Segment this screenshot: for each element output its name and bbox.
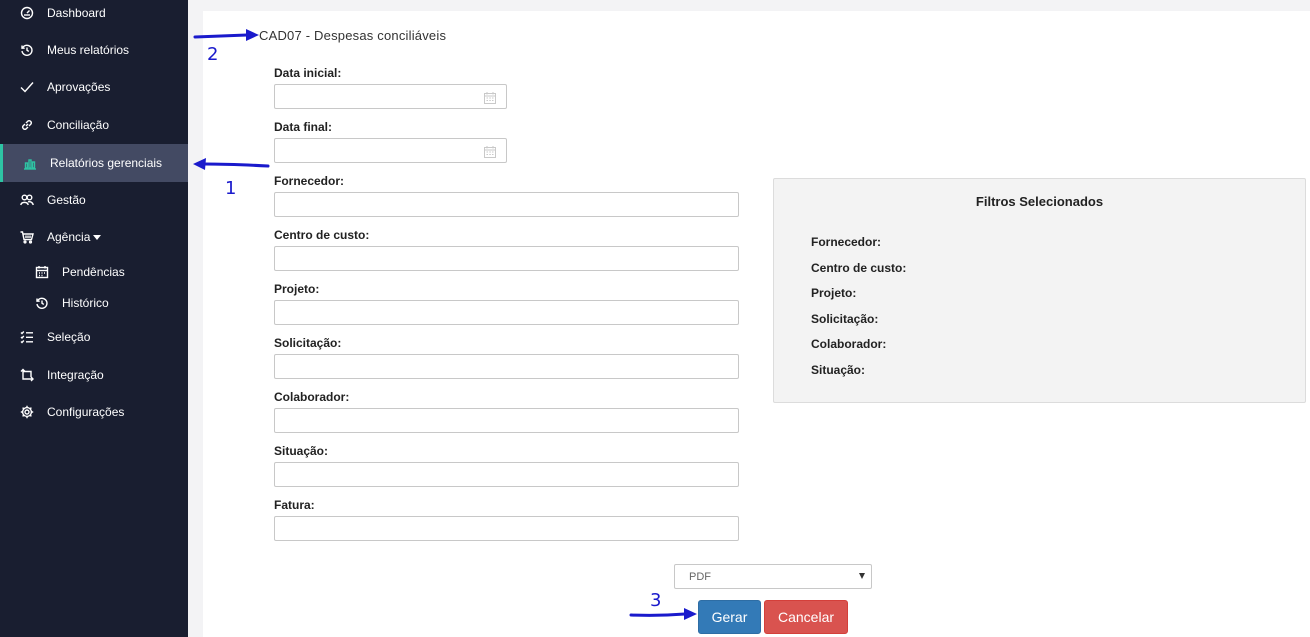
sidebar-item-label: Conciliação xyxy=(47,118,110,132)
centro-de-custo-input[interactable] xyxy=(274,246,739,271)
page-title: CAD07 - Despesas conciliáveis xyxy=(259,28,447,43)
chevron-down-icon xyxy=(859,573,865,579)
sidebar-item-label: Pendências xyxy=(62,264,125,279)
check-icon xyxy=(20,80,34,94)
sidebar-item-pendencias[interactable]: Pendências xyxy=(0,256,188,287)
label-data-inicial: Data inicial: xyxy=(274,66,342,80)
selected-filters-panel: Filtros Selecionados Fornecedor: Centro … xyxy=(773,178,1306,403)
filter-row: Projeto: xyxy=(811,286,857,300)
filters-title: Filtros Selecionados xyxy=(975,194,1104,209)
annotation-number-1: 1 xyxy=(225,178,237,199)
sidebar-item-relatorios-gerenciais[interactable]: Relatórios gerenciais xyxy=(0,144,188,182)
chevron-down-icon xyxy=(93,235,102,241)
sidebar-item-label: Dashboard xyxy=(47,6,106,20)
format-select-value: PDF xyxy=(689,570,711,583)
sidebar-item-meus-relatorios[interactable]: Meus relatórios xyxy=(0,31,188,69)
fornecedor-input[interactable] xyxy=(274,192,739,217)
sidebar-item-integracao[interactable]: Integração xyxy=(0,356,188,394)
integration-icon xyxy=(20,368,34,382)
sidebar-item-label: Relatórios gerenciais xyxy=(50,156,163,170)
sidebar-item-label: Agência xyxy=(47,230,102,244)
bar-chart-icon xyxy=(23,156,37,170)
sidebar-item-label: Aprovações xyxy=(47,80,111,94)
calendar-icon[interactable] xyxy=(484,91,496,104)
sidebar-item-label: Seleção xyxy=(47,330,91,344)
link-icon xyxy=(20,118,34,132)
projeto-input[interactable] xyxy=(274,300,739,325)
history-icon xyxy=(20,43,34,57)
gear-icon xyxy=(20,405,34,419)
label-centro-de-custo: Centro de custo: xyxy=(274,228,370,242)
sidebar-item-agencia[interactable]: Agência xyxy=(0,218,188,256)
data-final-input[interactable] xyxy=(274,138,507,163)
label-colaborador: Colaborador: xyxy=(274,390,350,404)
dashboard-icon xyxy=(20,6,34,20)
users-icon xyxy=(20,193,34,207)
filter-row: Solicitação: xyxy=(811,312,879,326)
calendar-icon[interactable] xyxy=(484,145,496,158)
format-select[interactable]: PDF xyxy=(674,564,872,589)
filter-row: Situação: xyxy=(811,363,866,377)
sidebar-item-label: Configurações xyxy=(47,405,125,419)
sidebar-item-conciliacao[interactable]: Conciliação xyxy=(0,106,188,144)
label-projeto: Projeto: xyxy=(274,282,320,296)
filter-row: Centro de custo: xyxy=(811,261,907,275)
solicitacao-input[interactable] xyxy=(274,354,739,379)
generate-button[interactable]: Gerar xyxy=(698,600,761,634)
annotation-arrow-2 xyxy=(193,29,259,41)
sidebar-item-label: Meus relatórios xyxy=(47,43,130,57)
annotation-arrow-3 xyxy=(629,608,697,620)
colaborador-input[interactable] xyxy=(274,408,739,433)
sidebar-item-label: Gestão xyxy=(47,193,86,207)
annotation-arrow-1 xyxy=(193,158,270,170)
annotation-number-2: 2 xyxy=(207,44,219,65)
label-solicitacao: Solicitação: xyxy=(274,336,342,350)
label-fatura: Fatura: xyxy=(274,498,315,512)
label-fornecedor: Fornecedor: xyxy=(274,174,345,188)
sidebar-item-configuracoes[interactable]: Configurações xyxy=(0,393,188,431)
cart-icon xyxy=(20,230,34,244)
label-situacao: Situação: xyxy=(274,444,329,458)
sidebar-item-label: Integração xyxy=(47,368,104,382)
sidebar-item-gestao[interactable]: Gestão xyxy=(0,181,188,219)
label-data-final: Data final: xyxy=(274,120,333,134)
calendar-icon xyxy=(35,265,49,279)
checklist-icon xyxy=(20,330,34,344)
fatura-input[interactable] xyxy=(274,516,739,541)
cancel-button[interactable]: Cancelar xyxy=(764,600,848,634)
data-inicial-input[interactable] xyxy=(274,84,507,109)
history-icon xyxy=(35,296,49,310)
situacao-input[interactable] xyxy=(274,462,739,487)
sidebar-item-selecao[interactable]: Seleção xyxy=(0,318,188,356)
sidebar: Dashboard Meus relatórios Aprovações Con… xyxy=(0,0,188,637)
filter-row: Colaborador: xyxy=(811,337,887,351)
sidebar-item-aprovacoes[interactable]: Aprovações xyxy=(0,68,188,106)
filter-row: Fornecedor: xyxy=(811,235,882,249)
sidebar-item-label: Histórico xyxy=(62,295,109,310)
sidebar-item-historico[interactable]: Histórico xyxy=(0,287,188,318)
sidebar-item-dashboard[interactable]: Dashboard xyxy=(0,0,188,32)
